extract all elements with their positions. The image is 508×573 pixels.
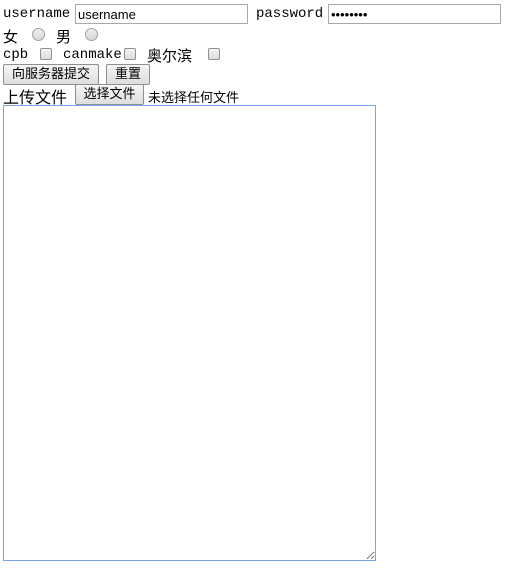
password-label: password: [256, 6, 324, 22]
choose-file-button[interactable]: 选择文件: [75, 84, 144, 105]
gender-female-label: 女: [3, 28, 19, 46]
reset-button[interactable]: 重置: [106, 64, 150, 85]
gender-female-radio[interactable]: [32, 28, 45, 41]
message-textarea[interactable]: [3, 105, 376, 561]
username-label: username: [3, 6, 71, 22]
gender-male-label: 男: [56, 28, 72, 46]
hobby-cpb-checkbox[interactable]: [40, 48, 52, 60]
password-input[interactable]: [328, 4, 501, 24]
hobby-canmake-label: canmake: [63, 47, 122, 63]
username-input[interactable]: [75, 4, 248, 24]
no-file-text: 未选择任何文件: [148, 91, 240, 106]
hobby-canmake-checkbox[interactable]: [124, 48, 136, 60]
submit-button[interactable]: 向服务器提交: [3, 64, 99, 85]
hobby-aoerbin-label: 奥尔滨: [147, 47, 193, 65]
gender-male-radio[interactable]: [85, 28, 98, 41]
hobby-cpb-label: cpb: [3, 47, 29, 63]
hobby-aoerbin-checkbox[interactable]: [208, 48, 220, 60]
